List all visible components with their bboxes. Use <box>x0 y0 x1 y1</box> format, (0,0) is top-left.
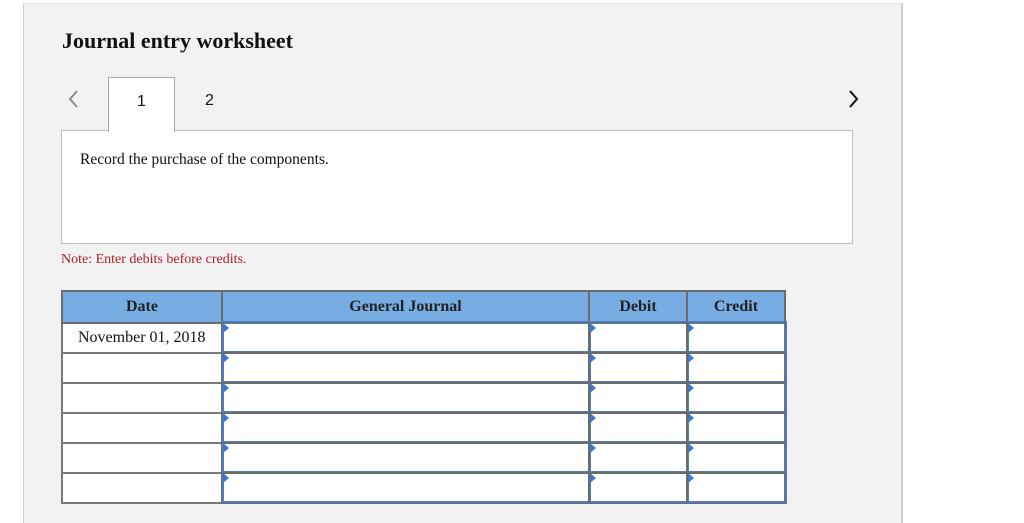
credit-input[interactable] <box>688 384 784 411</box>
credit-input[interactable] <box>688 354 784 381</box>
general-journal-input[interactable] <box>223 354 588 381</box>
note-text: Note: Enter debits before credits. <box>61 252 247 267</box>
debit-cell[interactable] <box>587 351 689 384</box>
debit-input[interactable] <box>590 414 686 441</box>
chevron-left-icon <box>68 90 78 108</box>
tab-1-label: 1 <box>137 93 146 110</box>
general-journal-input[interactable] <box>223 414 588 441</box>
date-cell <box>61 471 223 504</box>
instruction-box: Record the purchase of the components. <box>61 130 853 244</box>
debit-input[interactable] <box>590 384 686 411</box>
debit-cell[interactable] <box>587 411 689 444</box>
next-entry-button[interactable] <box>842 84 866 114</box>
credit-input[interactable] <box>688 444 784 471</box>
credit-cell[interactable] <box>685 471 787 504</box>
general-journal-cell[interactable] <box>220 441 591 474</box>
date-cell <box>61 351 223 384</box>
general-journal-input[interactable] <box>223 444 588 471</box>
header-date: Date <box>61 290 223 324</box>
date-cell: November 01, 2018 <box>61 321 223 354</box>
instruction-text: Record the purchase of the components. <box>80 151 329 168</box>
date-cell <box>61 381 223 414</box>
header-general-journal: General Journal <box>221 290 590 324</box>
date-cell <box>61 411 223 444</box>
credit-cell[interactable] <box>685 351 787 384</box>
credit-input[interactable] <box>688 474 784 501</box>
general-journal-cell[interactable] <box>220 321 591 354</box>
general-journal-cell[interactable] <box>220 381 591 414</box>
date-cell <box>61 441 223 474</box>
table-row: November 01, 2018 <box>61 321 787 354</box>
table-header-row: Date General Journal Debit Credit <box>61 290 786 324</box>
page-title: Journal entry worksheet <box>62 28 293 53</box>
credit-cell[interactable] <box>685 441 787 474</box>
table-row <box>61 381 787 414</box>
general-journal-cell[interactable] <box>220 471 591 504</box>
table-row <box>61 351 787 384</box>
worksheet-panel: Journal entry worksheet 1 2 Record the p… <box>23 3 903 523</box>
debit-input[interactable] <box>590 324 686 351</box>
general-journal-cell[interactable] <box>220 411 591 444</box>
debit-cell[interactable] <box>587 441 689 474</box>
debit-cell[interactable] <box>587 381 689 414</box>
table-row <box>61 411 787 444</box>
credit-cell[interactable] <box>685 321 787 354</box>
debit-input[interactable] <box>590 444 686 471</box>
general-journal-input[interactable] <box>223 474 588 501</box>
debit-input[interactable] <box>590 474 686 501</box>
header-credit: Credit <box>686 290 786 324</box>
table-row <box>61 471 787 504</box>
table-row <box>61 441 787 474</box>
chevron-right-icon <box>849 90 859 108</box>
general-journal-cell[interactable] <box>220 351 591 384</box>
header-debit: Debit <box>588 290 688 324</box>
tab-2[interactable]: 2 <box>176 77 243 131</box>
debit-cell[interactable] <box>587 321 689 354</box>
credit-cell[interactable] <box>685 381 787 414</box>
general-journal-input[interactable] <box>223 324 588 351</box>
debit-cell[interactable] <box>587 471 689 504</box>
credit-cell[interactable] <box>685 411 787 444</box>
journal-table: Date General Journal Debit Credit Novemb… <box>61 290 787 504</box>
debit-input[interactable] <box>590 354 686 381</box>
credit-input[interactable] <box>688 414 784 441</box>
tab-1[interactable]: 1 <box>108 77 175 132</box>
prev-entry-button[interactable] <box>62 84 86 114</box>
tab-2-label: 2 <box>205 92 214 109</box>
credit-input[interactable] <box>688 324 784 351</box>
general-journal-input[interactable] <box>223 384 588 411</box>
